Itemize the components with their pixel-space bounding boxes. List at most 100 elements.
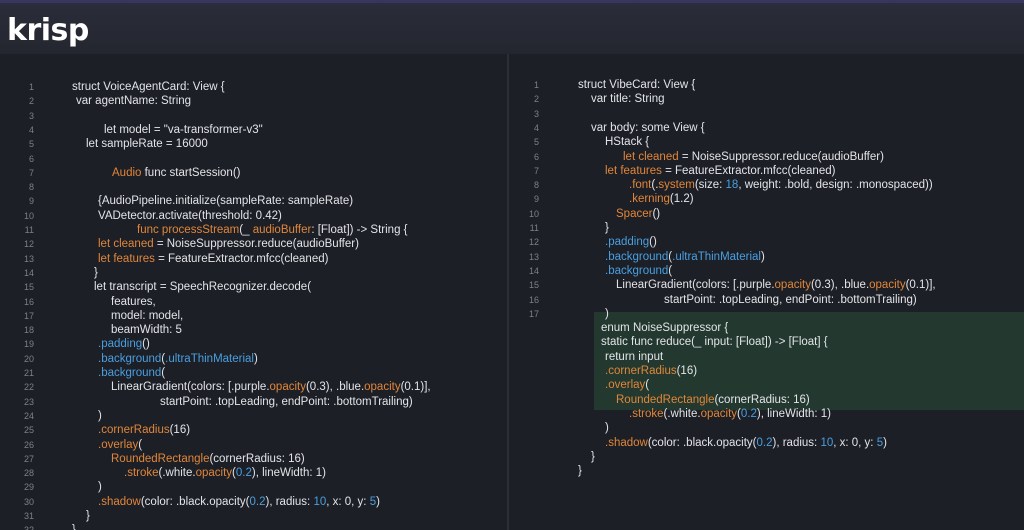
code-token: audioBuffer: [252, 224, 312, 236]
code-text: .cornerRadius(16): [605, 364, 697, 378]
code-text: .shadow(color: .black.opacity(0.2), radi…: [605, 436, 887, 450]
left-code-editor[interactable]: 1 struct VoiceAgentCard: View {2 var agent…: [0, 54, 507, 530]
code-token: LinearGradient(colors: [.purple.: [111, 381, 270, 394]
code-token: 0.2: [756, 436, 773, 449]
code-token: (): [649, 236, 657, 249]
code-token: }: [605, 222, 609, 234]
code-line: 29): [0, 480, 507, 494]
code-line: RoundedRectangle(cornerRadius: 16): [509, 393, 1024, 407]
code-text: startPoint: .topLeading, endPoint: .bott…: [160, 395, 413, 409]
code-token: let sampleRate = 16000: [86, 138, 208, 151]
code-line: static func reduce(_ input: [Float]) -> …: [509, 335, 1024, 349]
code-line: 25 .cornerRadius(16): [0, 423, 507, 437]
code-line: 22 LinearGradient(colors: [.purple.opacit…: [0, 380, 507, 394]
code-text: LinearGradient(colors: [.purple.opacity(…: [111, 380, 431, 394]
code-token: let cleaned: [623, 150, 679, 163]
code-line: 9 {AudioPipeline.initialize(sampleRate: s…: [0, 194, 507, 208]
code-token: RoundedRectangle: [616, 393, 715, 406]
code-token: startPoint: .topLeading, endPoint: .bott…: [664, 293, 917, 306]
line-number: 8: [533, 180, 539, 191]
code-token: (): [652, 207, 661, 220]
code-token: .stroke: [629, 407, 664, 420]
code-token: (16): [169, 424, 191, 437]
code-line: 23 startPoint: .topLeading, endPoint: .bo…: [0, 395, 507, 409]
code-token: LinearGradient(colors: [.purple.: [616, 279, 775, 292]
code-text: struct VoiceAgentCard: View {: [72, 80, 225, 94]
code-token: , x: 0, y:: [833, 436, 877, 449]
code-token: (cornerRadius: 16): [209, 452, 305, 465]
line-number: 20: [23, 353, 34, 364]
line-number: 26: [23, 439, 34, 450]
code-token: var body: some View {: [591, 121, 705, 134]
line-number: 1: [533, 80, 539, 90]
line-number: 12: [23, 239, 34, 250]
line-number: 5: [28, 139, 34, 150]
code-text: .background(: [98, 366, 165, 380]
code-text: RoundedRectangle(cornerRadius: 16): [616, 393, 810, 407]
code-token: VADetector.activate(threshold: 0.42): [98, 209, 282, 222]
code-text: struct VibeCard: View {: [578, 78, 695, 92]
code-token: model: model,: [111, 309, 184, 322]
code-line: 17 model: model,: [0, 309, 507, 323]
code-token: 10: [820, 436, 834, 449]
code-text: {AudioPipeline.initialize(sampleRate: sa…: [98, 194, 353, 208]
code-text: let model = "va-transformer-v3": [104, 123, 263, 137]
line-number: 24: [23, 410, 34, 421]
code-text: beamWidth: 5: [111, 323, 182, 337]
code-token: var title: String: [591, 93, 665, 106]
right-code-editor[interactable]: 1 struct VibeCard: View {2 var title: Stri…: [509, 54, 1024, 530]
code-line: 7 let features = FeatureExtractor.mfcc(cl…: [509, 164, 1024, 178]
code-text: model: model,: [111, 309, 183, 323]
code-line: 4 let model = "va-transformer-v3": [0, 123, 507, 137]
code-token: opacity: [869, 279, 906, 292]
code-line: 20 .background(.ultraThinMaterial): [0, 352, 507, 366]
code-token: enum NoiseSuppressor {: [601, 322, 729, 335]
code-token: RoundedRectangle: [111, 452, 210, 465]
line-number: 22: [23, 382, 34, 393]
code-token: struct VibeCard: View {: [578, 79, 696, 91]
code-token: .shadow: [605, 436, 648, 449]
code-token: (: [645, 379, 650, 392]
code-token: (0.1)],: [400, 381, 431, 394]
code-token: .overlay: [98, 438, 139, 451]
code-token: }: [591, 450, 595, 463]
code-text: .font(.system(size: 18, weight: .bold, d…: [629, 178, 933, 192]
code-token: (16): [676, 365, 698, 377]
code-text: }: [72, 523, 76, 530]
code-line: 10 Spacer(): [509, 207, 1024, 221]
code-line: 13 let features = FeatureExtractor.mfcc(c…: [0, 252, 507, 266]
code-text: static func reduce(_ input: [Float]) -> …: [601, 335, 828, 349]
code-text: ): [98, 409, 102, 423]
code-token: (color: .black.opacity(: [647, 436, 757, 449]
code-token: .padding: [605, 236, 650, 249]
line-number: 9: [533, 194, 539, 205]
line-number: 5: [533, 137, 539, 148]
code-text: var title: String: [591, 92, 665, 106]
code-token: (0.3), .blue.: [810, 279, 870, 292]
line-number: 12: [528, 237, 539, 248]
code-line: }: [509, 450, 1024, 464]
line-number: 6: [533, 151, 539, 162]
code-text: Spacer(): [616, 207, 660, 221]
code-token: struct VoiceAgentCard: View {: [72, 81, 225, 93]
code-line: ): [509, 421, 1024, 435]
code-token: ), radius:: [265, 495, 314, 508]
line-number: 15: [23, 282, 34, 293]
code-token: .ultraThinMaterial: [165, 352, 254, 365]
code-text: .background(: [605, 264, 672, 278]
code-token: let features: [605, 164, 662, 177]
line-number: 18: [23, 325, 34, 336]
line-number: 23: [23, 396, 34, 407]
code-line: 12 let cleaned = NoiseSuppressor.reduce(a…: [0, 237, 507, 251]
code-token: ): [605, 307, 609, 320]
line-number: 13: [23, 253, 34, 264]
code-token: (0.3), .blue.: [305, 381, 365, 394]
code-text: .background(.ultraThinMaterial): [605, 250, 765, 264]
code-token: .cornerRadius: [98, 424, 170, 437]
code-token: HStack {: [605, 136, 650, 149]
code-token: 0.2: [235, 467, 252, 480]
line-number: 11: [24, 225, 34, 235]
line-number: 9: [28, 196, 34, 207]
code-line: 31}: [0, 509, 507, 523]
code-token: (.white.: [158, 467, 196, 480]
